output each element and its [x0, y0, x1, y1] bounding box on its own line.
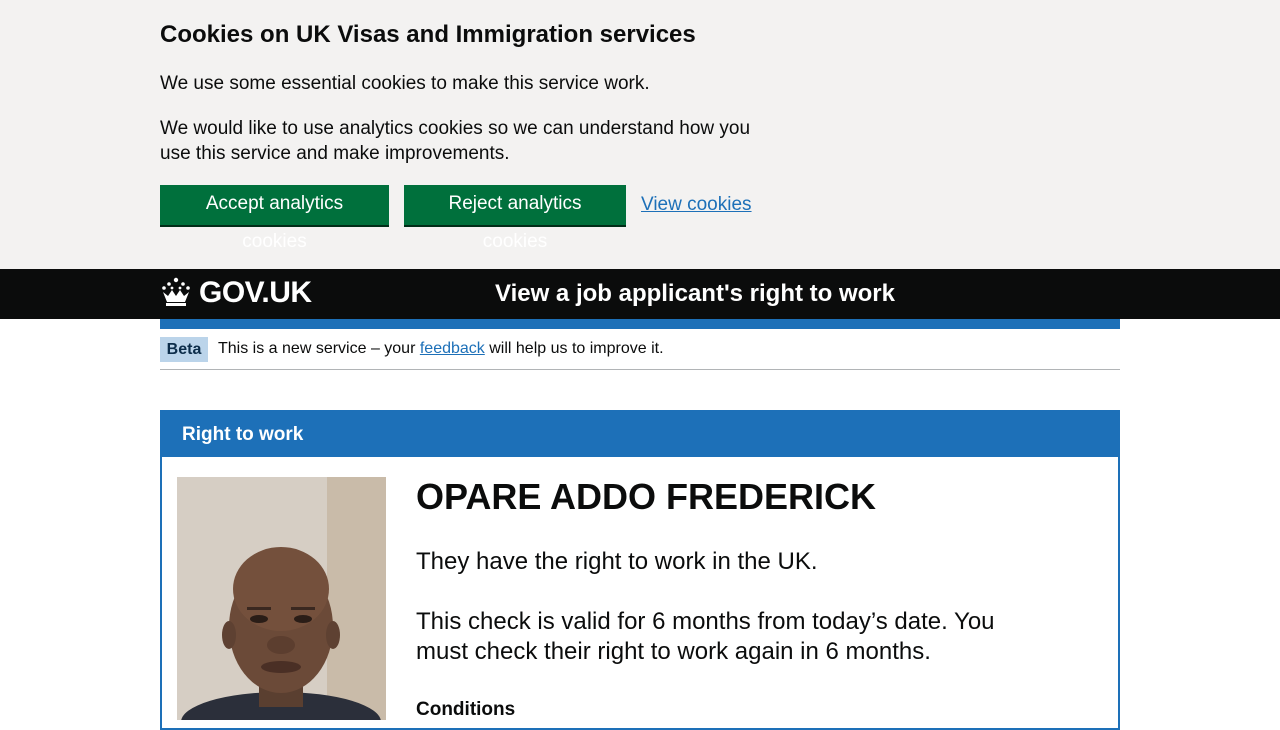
conditions-heading: Conditions	[416, 699, 516, 720]
crown-icon[interactable]	[160, 276, 192, 308]
cookie-essential-text: We use some essential cookies to make th…	[160, 73, 650, 94]
service-name[interactable]: View a job applicant's right to work	[495, 280, 895, 308]
feedback-link[interactable]: feedback	[420, 340, 485, 357]
applicant-photo	[177, 477, 386, 720]
phase-banner-divider	[160, 369, 1120, 370]
right-to-work-status: They have the right to work in the UK.	[416, 548, 818, 575]
applicant-name: OPARE ADDO FREDERICK	[416, 476, 877, 517]
header-blue-strip	[160, 319, 1120, 329]
beta-tag: Beta	[160, 337, 208, 362]
govuk-logo-text[interactable]: GOV.UK	[199, 276, 312, 310]
applicant-photo-image	[177, 477, 386, 720]
beta-message-before: This is a new service – your	[218, 340, 420, 357]
reject-cookies-button[interactable]: Reject analytics cookies	[404, 185, 626, 252]
check-validity-text: This check is valid for 6 months from to…	[416, 608, 995, 665]
cookie-analytics-text: We would like to use analytics cookies s…	[160, 118, 751, 164]
beta-message: This is a new service – your feedback wi…	[218, 339, 664, 359]
beta-message-after: will help us to improve it.	[484, 340, 664, 357]
accept-cookies-button[interactable]: Accept analytics cookies	[160, 185, 389, 252]
view-cookies-link[interactable]: View cookies	[641, 192, 752, 217]
cookie-banner-title: Cookies on UK Visas and Immigration serv…	[160, 21, 696, 48]
panel-title: Right to work	[182, 424, 304, 445]
panel-header	[160, 410, 1120, 457]
